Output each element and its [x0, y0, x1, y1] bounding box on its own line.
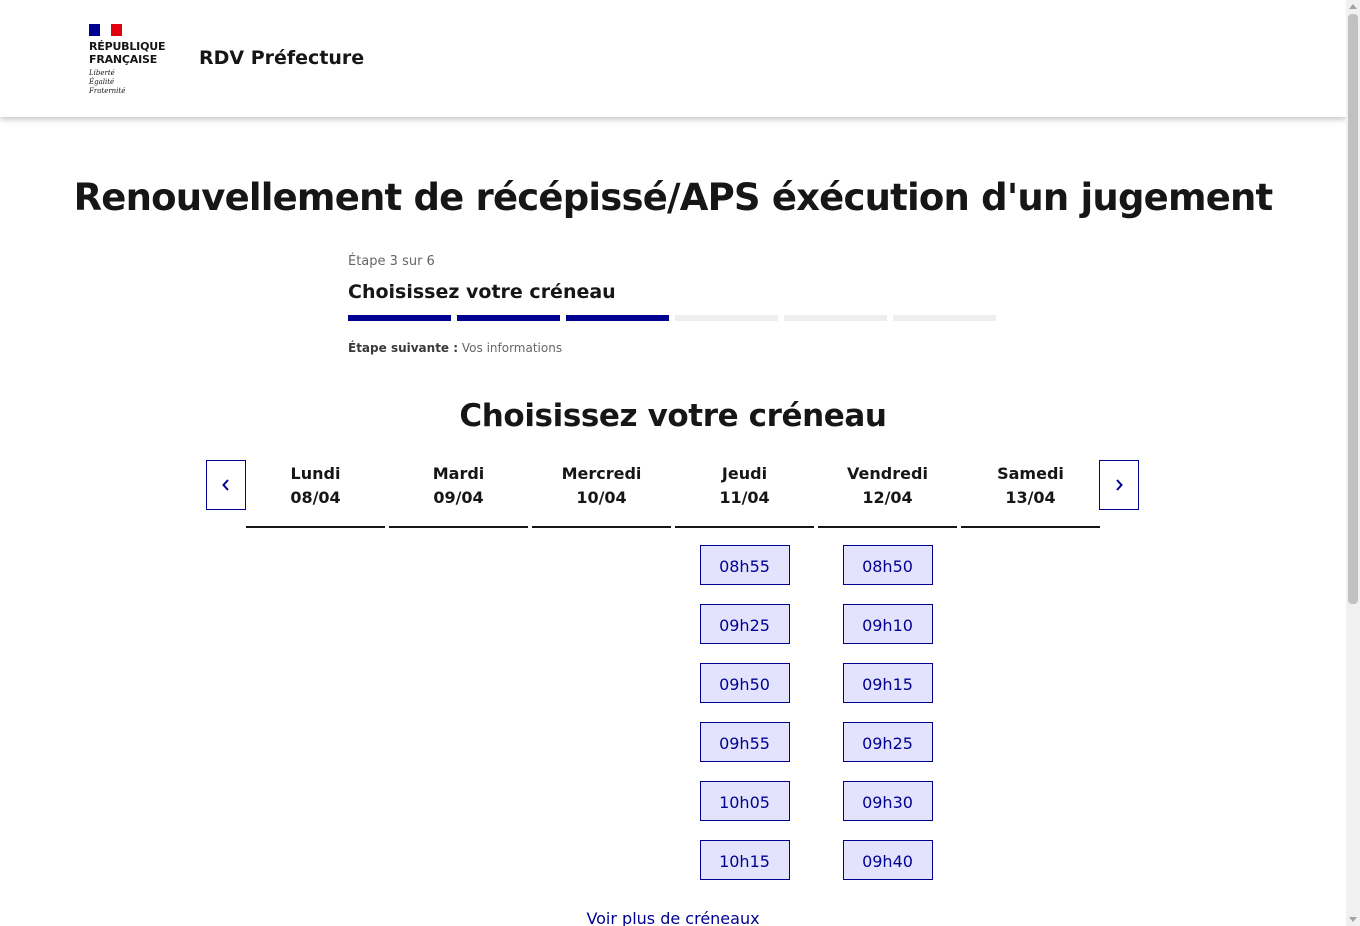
slot-list: [961, 528, 1100, 545]
day-column: Vendredi 12/04 08h50 09h10 09h15 09h25 09h30 09…: [818, 460, 957, 880]
day-name: Lundi: [290, 464, 341, 483]
day-header: Jeudi 11/04: [675, 460, 814, 528]
time-slot-button[interactable]: 10h15: [699, 840, 790, 880]
section-title: Choisissez votre créneau: [459, 398, 887, 434]
time-slot-button[interactable]: 09h25: [699, 604, 790, 644]
scroll-thumb[interactable]: [1348, 14, 1358, 604]
day-name: Mardi: [432, 464, 485, 483]
logo-line-2: FRANÇAISE: [89, 53, 158, 66]
previous-days-button[interactable]: [206, 460, 246, 510]
day-date: 11/04: [719, 488, 770, 507]
step-bar: [566, 315, 669, 321]
day-date: 09/04: [433, 488, 484, 507]
day-header: Samedi 13/04: [961, 460, 1100, 528]
logo-text: RÉPUBLIQUE FRANÇAISE: [89, 40, 169, 66]
page-title: Renouvellement de récépissé/APS éxécutio…: [73, 176, 1274, 219]
time-slot-button[interactable]: 09h40: [842, 840, 933, 880]
step-state: Étape 3 sur 6: [348, 254, 435, 269]
day-date: 10/04: [576, 488, 627, 507]
chevron-left-icon: [222, 479, 229, 491]
chevron-right-icon: [1116, 479, 1123, 491]
republique-francaise-logo[interactable]: RÉPUBLIQUE FRANÇAISE Liberté Égalité Fra…: [89, 24, 169, 96]
day-column: Lundi 08/04: [246, 460, 385, 880]
day-column: Mercredi 10/04: [532, 460, 671, 880]
time-slot-button[interactable]: 09h55: [699, 722, 790, 762]
day-date: 12/04: [862, 488, 913, 507]
day-column: Samedi 13/04: [961, 460, 1100, 880]
day-header: Mardi 09/04: [389, 460, 528, 528]
time-slot-button[interactable]: 09h50: [699, 663, 790, 703]
slot-list: [389, 528, 528, 545]
slot-list: 08h50 09h10 09h15 09h25 09h30 09h40: [818, 528, 957, 880]
motto-fraternite: Fraternité: [89, 87, 126, 95]
day-header: Mercredi 10/04: [532, 460, 671, 528]
step-bar: [348, 315, 451, 321]
site-header: RÉPUBLIQUE FRANÇAISE Liberté Égalité Fra…: [0, 0, 1346, 117]
time-slot-button[interactable]: 09h25: [842, 722, 933, 762]
service-title[interactable]: RDV Préfecture: [199, 47, 364, 69]
logo-motto: Liberté Égalité Fraternité: [89, 69, 169, 96]
day-column: Jeudi 11/04 08h55 09h25 09h50 09h55 10h05 10h15: [675, 460, 814, 880]
step-title: Choisissez votre créneau: [348, 281, 616, 303]
day-name: Jeudi: [721, 464, 768, 483]
slot-list: [246, 528, 385, 545]
motto-egalite: Égalité: [89, 78, 115, 86]
step-next: Étape suivante : Vos informations: [348, 341, 998, 355]
step-bar: [893, 315, 996, 321]
day-date: 08/04: [290, 488, 341, 507]
day-name: Mercredi: [561, 464, 642, 483]
scroll-up-arrow-icon[interactable]: [1349, 4, 1357, 9]
stepper: Étape 3 sur 6 Choisissez votre créneau É…: [348, 254, 998, 355]
step-bar: [457, 315, 560, 321]
step-bar: [784, 315, 887, 321]
marianne-flag-icon: [89, 24, 122, 36]
slot-list: [532, 528, 671, 545]
step-next-label: Étape suivante :: [348, 341, 459, 355]
time-slot-button[interactable]: 09h30: [842, 781, 933, 821]
calendar-days: Lundi 08/04 Mardi 09/04 Mercredi 10/04 Jeudi 11…: [246, 460, 1100, 880]
step-next-value: Vos informations: [461, 341, 563, 355]
step-bar: [675, 315, 778, 321]
day-column: Mardi 09/04: [389, 460, 528, 880]
time-slot-button[interactable]: 09h15: [842, 663, 933, 703]
step-progress-bar: [348, 315, 998, 321]
time-slot-button[interactable]: 08h50: [842, 545, 933, 585]
slot-list: 08h55 09h25 09h50 09h55 10h05 10h15: [675, 528, 814, 880]
scroll-down-arrow-icon[interactable]: [1349, 917, 1357, 922]
more-slots-link[interactable]: Voir plus de créneaux: [0, 909, 1346, 926]
time-slot-button[interactable]: 09h10: [842, 604, 933, 644]
vertical-scrollbar[interactable]: [1346, 0, 1360, 926]
day-name: Samedi: [997, 464, 1064, 483]
day-name: Vendredi: [847, 464, 928, 483]
motto-liberte: Liberté: [89, 69, 115, 77]
logo-line-1: RÉPUBLIQUE: [89, 40, 166, 53]
time-slot-button[interactable]: 10h05: [699, 781, 790, 821]
day-date: 13/04: [1005, 488, 1056, 507]
time-slot-button[interactable]: 08h55: [699, 545, 790, 585]
day-header: Lundi 08/04: [246, 460, 385, 528]
next-days-button[interactable]: [1099, 460, 1139, 510]
day-header: Vendredi 12/04: [818, 460, 957, 528]
